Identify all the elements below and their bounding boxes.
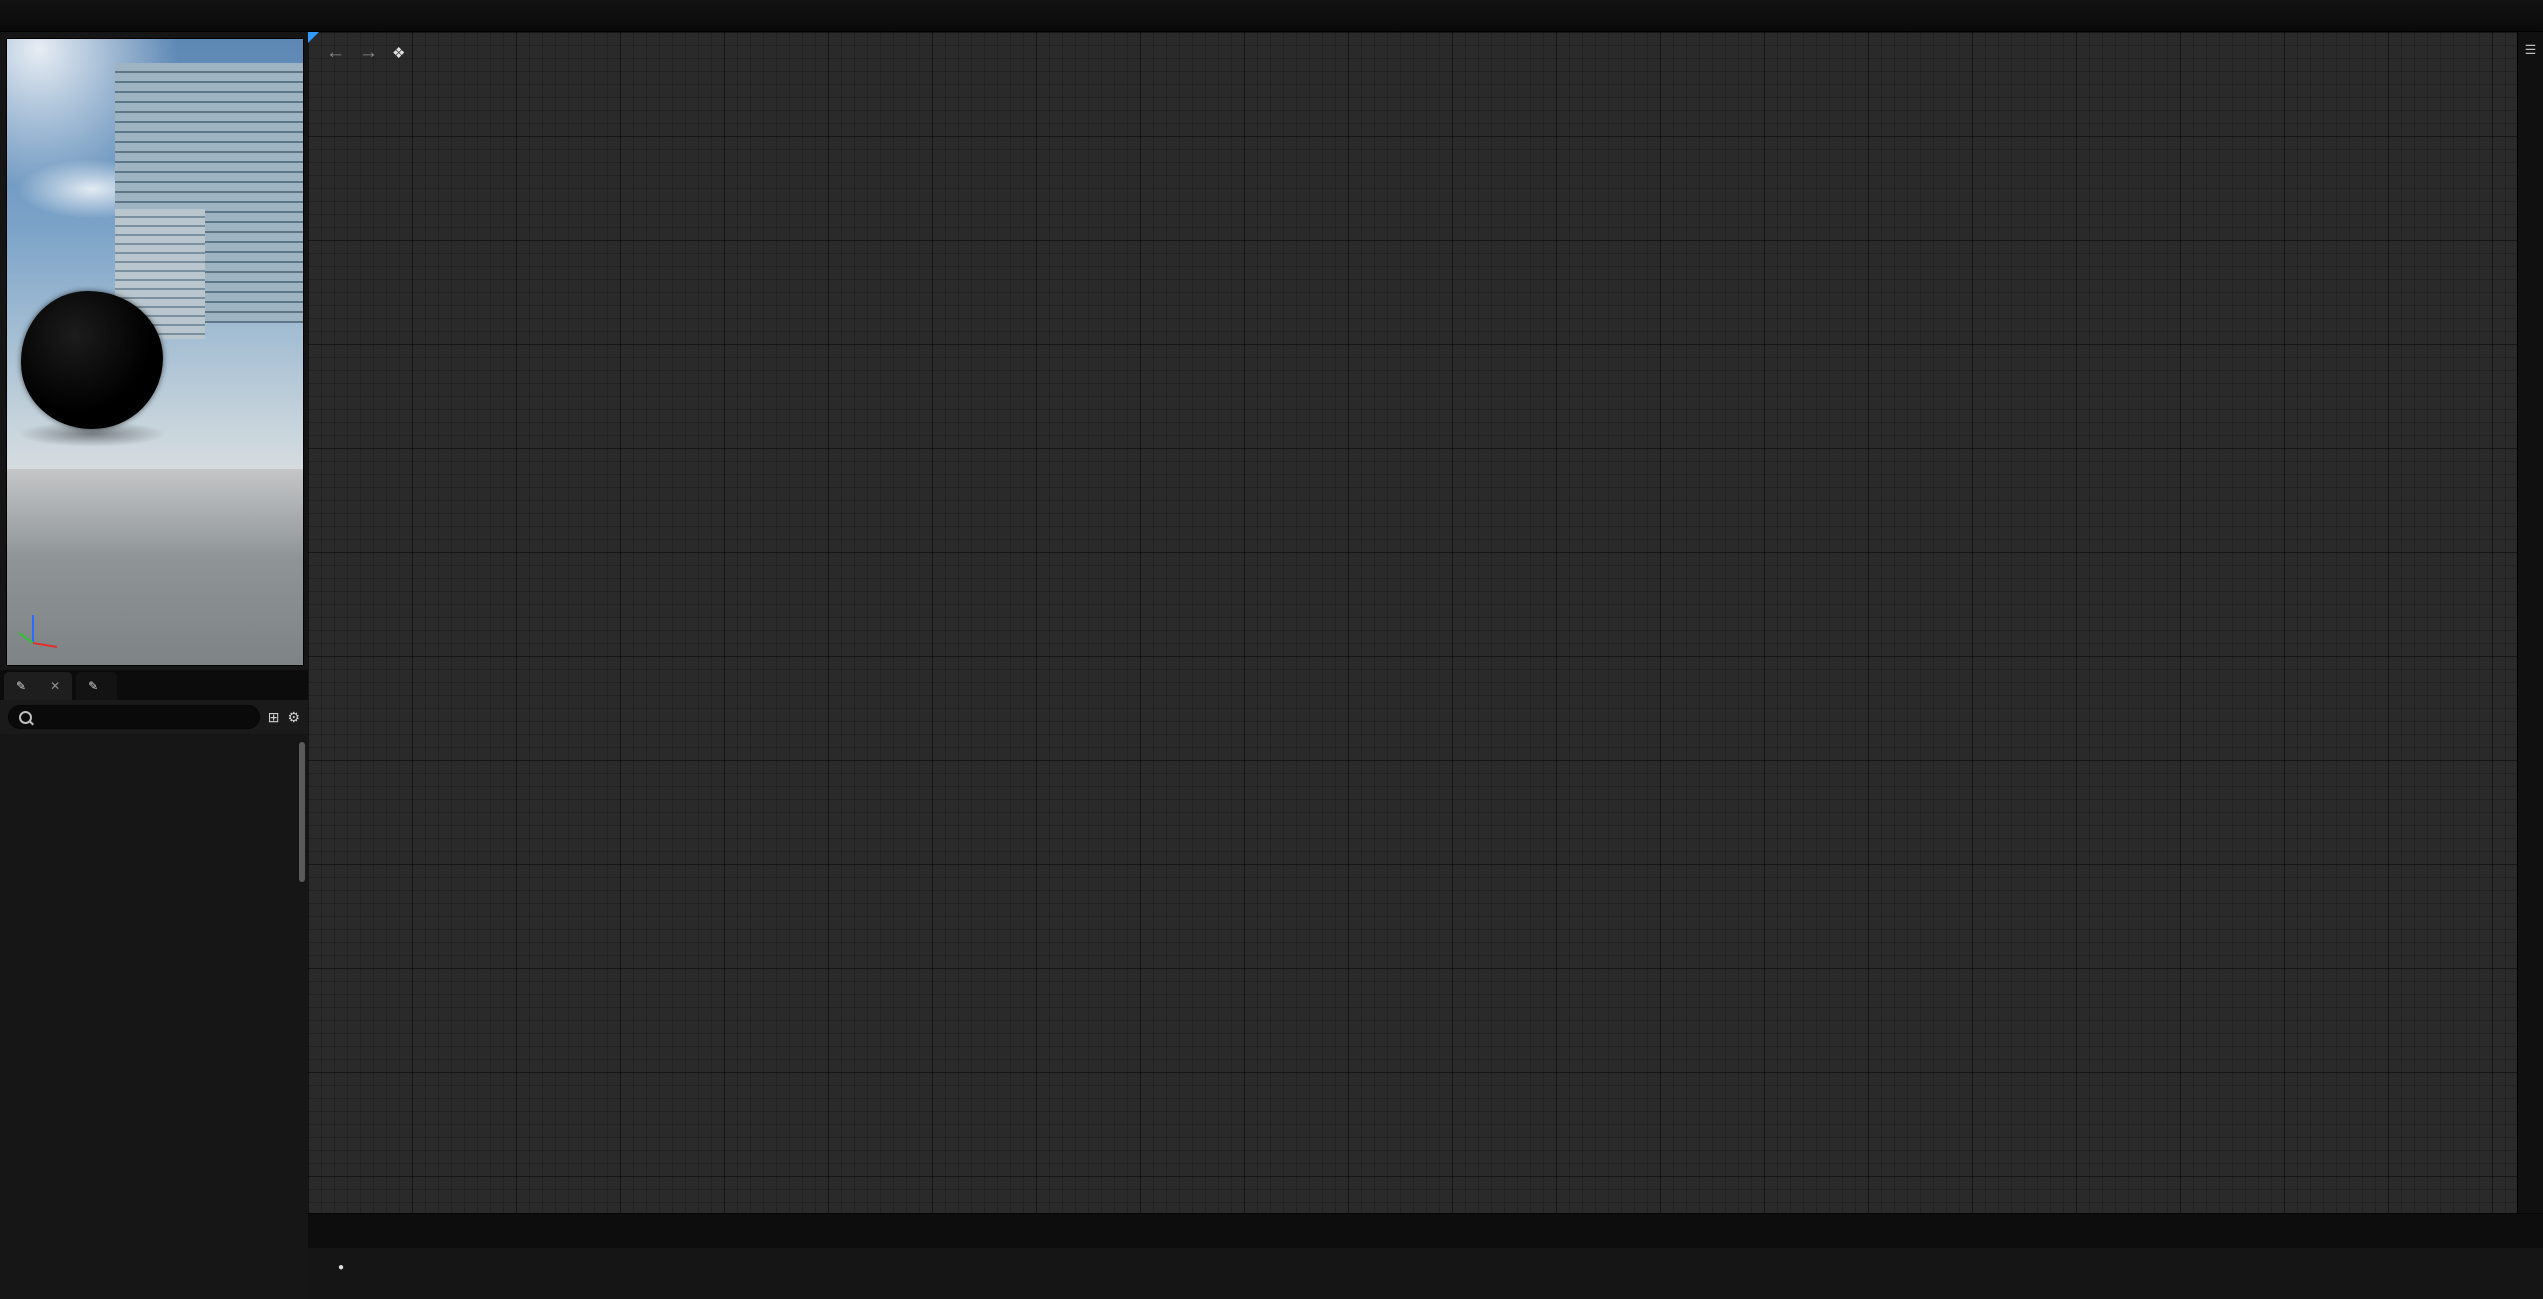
- bullet-icon: ●: [338, 1262, 344, 1273]
- search-icon: [19, 711, 32, 724]
- viewport-3d-preview[interactable]: [6, 38, 304, 666]
- details-panel: ✎ ✕ ✎ ⊞ ⚙: [0, 670, 308, 1299]
- left-panel: ✎ ✕ ✎ ⊞ ⚙: [0, 32, 308, 1299]
- graph-corner-marker: [308, 32, 319, 43]
- axis-gizmo-icon: [17, 599, 63, 651]
- details-scrollbar[interactable]: [299, 742, 305, 882]
- back-arrow-icon[interactable]: ←: [326, 42, 345, 64]
- preview-mesh-sphere: [21, 291, 163, 429]
- pencil-icon: ✎: [16, 679, 26, 693]
- stats-bottom-panel: ●: [308, 1213, 2543, 1299]
- details-tab-bar: ✎ ✕ ✎: [0, 670, 308, 700]
- close-icon[interactable]: ✕: [50, 679, 60, 693]
- unreal-material-editor: ✎ ✕ ✎ ⊞ ⚙: [0, 0, 2543, 1299]
- tab-details[interactable]: ✎ ✕: [4, 672, 72, 700]
- pencil-icon: ✎: [88, 679, 98, 693]
- search-input[interactable]: [8, 705, 260, 729]
- stats-message-row: ●: [308, 1248, 2543, 1273]
- tab-parameters[interactable]: ✎: [76, 672, 117, 700]
- stats-tab-bar: [308, 1214, 2543, 1248]
- breadcrumb: ← → ❖: [326, 42, 447, 64]
- palette-side-tab[interactable]: ☰: [2517, 32, 2543, 1213]
- graph-icon: ❖: [392, 44, 405, 62]
- node-layer: [308, 32, 2543, 1299]
- list-icon: ☰: [2525, 42, 2537, 58]
- forward-arrow-icon[interactable]: →: [359, 42, 378, 64]
- toolbar: [0, 0, 2543, 32]
- settings-gear-icon[interactable]: ⚙: [287, 709, 300, 726]
- material-graph-canvas[interactable]: ← → ❖ ☰: [308, 32, 2543, 1299]
- details-search-row: ⊞ ⚙: [0, 700, 308, 734]
- display-options-icon[interactable]: ⊞: [268, 709, 280, 726]
